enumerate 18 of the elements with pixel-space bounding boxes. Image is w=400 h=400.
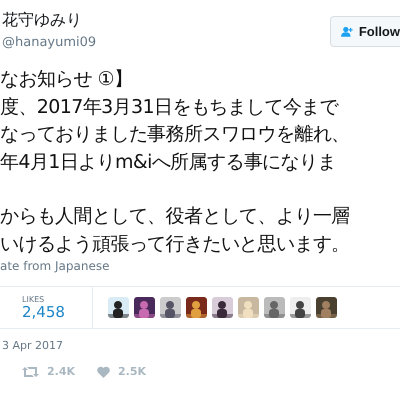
action-count: 2.5K xyxy=(118,365,146,378)
likes-label: LIKES xyxy=(22,294,46,304)
tweet-text: 度、2017年3月31日をもちまして今まで xyxy=(0,94,338,120)
tweet-text: なっておりました事務所スワロウを離れ、 xyxy=(0,122,350,147)
retweet-icon[interactable] xyxy=(22,366,39,378)
follow-button[interactable]: Follow xyxy=(330,16,400,47)
tweet-text: なお知らせ ①】 xyxy=(0,67,132,92)
tweet-date: 3 Apr 2017 xyxy=(1,338,64,352)
heart-icon[interactable] xyxy=(97,366,110,378)
add-user-icon xyxy=(341,25,354,38)
likes-count[interactable]: 2,458 xyxy=(22,304,92,320)
translate-link[interactable]: ate from Japanese xyxy=(0,259,400,273)
author-name[interactable]: 花守ゆみり xyxy=(2,10,96,31)
tweet-text: からも人間として、役者として、より一層 xyxy=(0,204,350,229)
tweet-text: いけるよう頑張って行きたいと思います。 xyxy=(0,232,350,256)
tweet-text: 年4月1日よりm&iへ所属する事になりま xyxy=(0,150,336,174)
author-handle[interactable]: @hanayumi09 xyxy=(2,35,96,50)
action-count: 2.4K xyxy=(47,365,76,378)
